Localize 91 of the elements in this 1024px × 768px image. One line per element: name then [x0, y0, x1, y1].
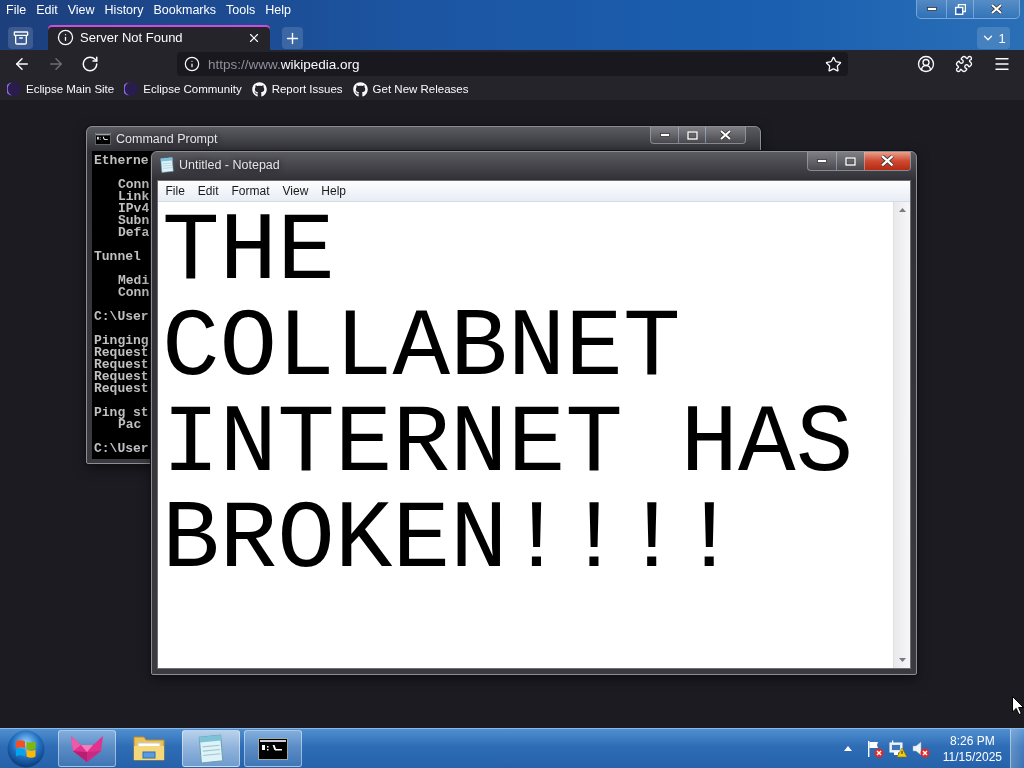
bookmark-item[interactable]: Get New Releases — [349, 79, 472, 99]
console-line: Request — [94, 383, 149, 395]
close-button[interactable] — [864, 152, 910, 170]
notepad-icon — [198, 733, 224, 764]
bookmark-item[interactable]: Report Issues — [248, 79, 346, 99]
console-line: Subn — [118, 215, 150, 227]
console-line: Medi — [118, 275, 150, 287]
list-all-tabs-button[interactable]: 1 — [977, 27, 1010, 49]
taskbar-app-button[interactable] — [244, 730, 302, 767]
menu-item[interactable]: View — [62, 0, 100, 20]
close-button[interactable] — [973, 0, 1019, 18]
menu-item[interactable]: Tools — [221, 0, 261, 20]
minimize-icon — [817, 159, 827, 163]
close-button[interactable] — [705, 127, 745, 143]
puzzle-icon — [955, 55, 973, 73]
console-line: Pac — [118, 419, 142, 431]
caret-up-icon[interactable] — [843, 746, 852, 751]
menu-item[interactable]: Edit — [31, 0, 63, 20]
bookmark-item[interactable]: Eclipse Main Site — [4, 79, 118, 99]
console-line: IPv4 — [118, 203, 150, 215]
menu-item[interactable]: Bookmarks — [148, 0, 221, 20]
menu-item[interactable]: Help — [260, 0, 296, 20]
reload-icon — [81, 55, 99, 73]
info-icon — [184, 56, 200, 72]
caret-up-icon[interactable] — [898, 208, 906, 212]
close-icon — [720, 130, 731, 140]
console-line: Pinging — [94, 335, 149, 347]
maximize-button[interactable] — [836, 152, 864, 170]
info-icon — [57, 29, 74, 46]
scrollbar-track[interactable] — [893, 202, 910, 668]
terminal-icon — [95, 133, 111, 145]
notepad-icon — [160, 157, 174, 173]
console-line: Request — [94, 371, 149, 383]
speaker-icon[interactable] — [911, 739, 930, 758]
network-icon[interactable] — [888, 739, 907, 758]
mouse-pointer-icon — [1012, 696, 1024, 715]
console-line: Ping st — [94, 407, 149, 419]
maximize-icon — [686, 130, 698, 140]
menu-item[interactable]: File — [159, 184, 192, 198]
maximize-icon — [845, 156, 856, 166]
clock-time: 8:26 PM — [950, 732, 995, 749]
cat-logo-icon — [251, 81, 267, 97]
menu-item[interactable]: View — [276, 184, 315, 198]
browser-tab[interactable]: Server Not Found — [48, 25, 270, 50]
minimize-icon — [926, 7, 937, 11]
arrow-right-icon — [47, 55, 65, 73]
window-title: Command Prompt — [116, 132, 218, 146]
crescent-icon — [124, 82, 139, 96]
restore-icon — [954, 3, 966, 15]
tab-overview-button[interactable] — [8, 27, 33, 49]
menu-item[interactable]: Format — [225, 184, 277, 198]
account-icon — [917, 55, 935, 73]
bookmark-item[interactable]: Eclipse Community — [121, 79, 245, 99]
console-line: Etherne — [94, 155, 149, 167]
console-line: Conn — [118, 287, 150, 299]
folder-icon — [133, 736, 165, 761]
menu-item[interactable]: File — [1, 0, 32, 20]
crescent-icon — [7, 82, 21, 96]
minimize-button[interactable] — [651, 127, 678, 143]
menu-item[interactable]: Help — [314, 184, 353, 198]
menu-item[interactable]: Edit — [191, 184, 226, 198]
star-icon[interactable] — [825, 55, 842, 73]
restore-button[interactable] — [946, 0, 973, 18]
start-orb-icon — [7, 729, 45, 768]
flag-icon[interactable] — [865, 739, 884, 758]
minimize-icon — [659, 133, 670, 137]
console-line: Conn — [118, 179, 150, 191]
console-line: Link — [118, 191, 150, 203]
minimize-button[interactable] — [917, 0, 946, 18]
terminal-icon — [258, 737, 288, 760]
console-line: C:\User — [94, 311, 149, 323]
console-line: Tunnel — [94, 251, 141, 263]
maximize-button[interactable] — [678, 127, 705, 143]
archive-box-icon — [12, 30, 29, 46]
address-bar[interactable]: https://www.wikipedia.org — [177, 52, 848, 76]
close-icon — [881, 155, 894, 167]
console-line: Request — [94, 347, 149, 359]
console-line: C:\User — [94, 443, 149, 455]
console-line: Request — [94, 359, 149, 371]
animal-head-icon — [70, 734, 104, 763]
menu-item[interactable]: History — [99, 0, 149, 20]
window-title: Untitled - Notepad — [179, 158, 280, 172]
close-icon — [991, 4, 1002, 14]
caret-down-icon[interactable] — [898, 658, 906, 662]
cat-logo-icon — [352, 81, 368, 97]
clock-date: 11/15/2025 — [942, 748, 1002, 765]
show-desktop-button[interactable] — [1010, 729, 1024, 768]
minimize-button[interactable] — [808, 152, 836, 170]
new-tab-button[interactable] — [282, 27, 303, 49]
menu-icon — [993, 55, 1011, 73]
console-line: Defa — [118, 227, 150, 239]
